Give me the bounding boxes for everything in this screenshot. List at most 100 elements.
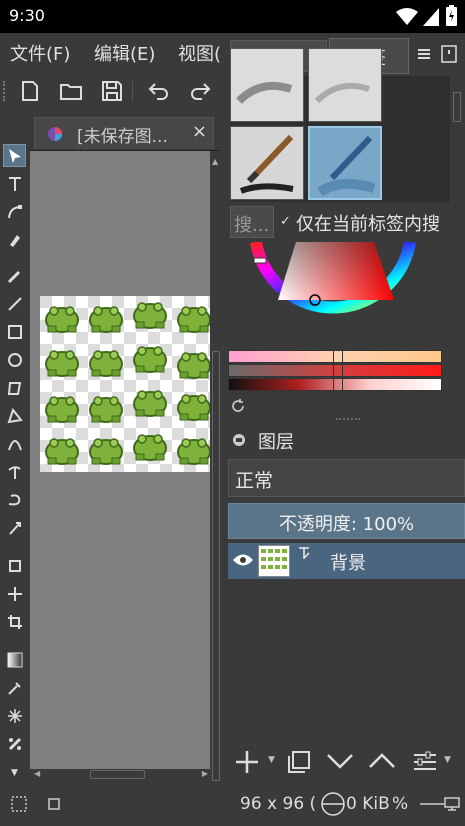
rectangle-tool-icon[interactable] [3,320,26,343]
value-slider-handle[interactable] [333,378,343,391]
rotation-dial-icon[interactable] [320,791,346,817]
layer-thumbnail [258,545,290,577]
move-tool-icon[interactable] [3,582,26,605]
layer-buttons: ▼ ▼ [228,741,465,781]
brush-preset-item[interactable] [230,126,304,200]
brush-preset-grid [230,48,462,202]
document-tab-title: [未保存图... [77,127,168,147]
menu-bar: 文件(F) 编辑(E) 视图( [0,33,230,69]
line-tool-icon[interactable] [3,292,26,315]
view-mode-menu-icon[interactable] [416,46,432,62]
blend-mode-select[interactable]: 正常 [228,459,465,497]
opacity-slider[interactable]: 不透明度: 100% [228,503,465,539]
assistant-tool-icon[interactable] [3,732,26,755]
move-layer-up-icon[interactable] [368,751,396,771]
bezier-tool-icon[interactable] [3,432,26,455]
edit-shapes-tool-icon[interactable] [3,200,26,223]
zoom-slider[interactable] [420,803,444,805]
gradient-tool-icon[interactable] [3,648,26,671]
reset-color-icon[interactable] [230,398,246,414]
document-tab[interactable]: [未保存图... × [34,117,214,149]
save-icon[interactable] [100,79,124,103]
checkmark-icon[interactable]: ✓ [280,214,292,229]
menu-view[interactable]: 视图( [178,40,221,66]
layers-panel-header: 图层 [228,426,465,454]
crop-move-tool-icon[interactable] [3,554,26,577]
toolbar-grip [3,81,6,101]
wifi-icon [396,8,418,25]
hue-slider-handle[interactable] [333,350,343,363]
undo-icon[interactable] [147,79,171,103]
layer-name: 背景 [330,553,366,574]
polyline-tool-icon[interactable] [3,404,26,427]
zoom-level-text: % [392,794,409,814]
horizontal-scroll-thumb[interactable] [90,770,145,779]
layer-list: 背景 [228,541,465,741]
close-tab-icon[interactable]: × [192,121,207,142]
saturation-slider-handle[interactable] [333,364,343,377]
monitor-icon[interactable] [444,797,460,811]
brush-preset-item[interactable] [308,48,382,122]
status-bar: 9:30 [0,0,465,33]
text-tool-icon[interactable] [3,172,26,195]
layers-panel-title: 图层 [258,432,294,453]
move-layer-down-icon[interactable] [326,751,354,771]
toolbox-scroll-down-icon[interactable]: ▼ [3,768,26,778]
duplicate-layer-icon[interactable] [286,749,312,775]
memory-usage-text: 0 KiB [346,794,390,814]
ellipse-tool-icon[interactable] [3,348,26,371]
search-in-tag-label: 仅在当前标签内搜 [296,214,440,235]
selection-mode-icon[interactable] [10,795,28,813]
selection-display-icon[interactable] [46,796,62,812]
document-tab-bar: [未保存图... × [30,113,220,151]
crop-tool-icon[interactable] [3,610,26,633]
toolbox: ▼ [0,140,29,780]
preset-scrollbar[interactable] [452,76,462,202]
freehand-brush-tool-icon[interactable] [3,264,26,287]
vertical-scroll-thumb[interactable] [212,351,220,781]
saturation-slider[interactable] [228,364,442,377]
krita-logo-icon [48,127,62,141]
hue-slider[interactable] [228,350,442,363]
visibility-eye-icon[interactable] [232,553,254,567]
add-layer-icon[interactable] [234,749,260,775]
battery-icon [446,5,457,26]
canvas-vertical-scrollbar[interactable]: ▲ [210,151,222,781]
brush-search-row: 搜... ✓ 仅在当前标签内搜 [230,206,465,240]
value-slider[interactable] [228,378,442,391]
menu-edit[interactable]: 编辑(E) [94,40,155,66]
polygon-tool-icon[interactable] [3,376,26,399]
panel-options-icon[interactable] [440,44,458,64]
canvas-horizontal-scrollbar[interactable]: ◀ ▶ [30,769,210,781]
brush-search-input[interactable]: 搜... [230,206,274,238]
color-picker-tool-icon[interactable] [3,676,26,699]
open-folder-icon[interactable] [59,79,83,103]
freehand-path-tool-icon[interactable] [3,460,26,483]
toolbar-separator [132,81,133,101]
redo-icon[interactable] [188,79,212,103]
menu-file[interactable]: 文件(F) [10,40,70,66]
multibrush-tool-icon[interactable] [3,516,26,539]
layer-properties-icon[interactable] [412,749,438,775]
smart-patch-tool-icon[interactable] [3,704,26,727]
dynamic-brush-tool-icon[interactable] [3,488,26,511]
inherit-alpha-icon[interactable] [298,547,310,559]
brush-preset-item[interactable] [230,48,304,122]
select-shapes-tool-icon[interactable] [3,144,26,167]
bottom-status-bar: 96 x 96 ( 0 KiB % [0,781,465,826]
add-layer-dropdown-icon[interactable]: ▼ [268,755,275,765]
canvas-image [40,296,210,472]
lock-icon[interactable] [232,431,246,447]
color-wheel-selector[interactable] [250,242,416,346]
image-size-text: 96 x 96 ( [240,794,317,814]
layer-row[interactable]: 背景 [228,543,465,579]
calligraphy-tool-icon[interactable] [3,228,26,251]
panel-splitter[interactable] [336,418,360,421]
layer-properties-dropdown-icon[interactable]: ▼ [444,755,451,765]
cellular-icon [423,8,439,26]
canvas-area[interactable] [30,151,210,769]
main-toolbar [0,69,230,113]
new-document-icon[interactable] [18,79,42,103]
brush-preset-item-selected[interactable] [308,126,382,200]
status-time: 9:30 [9,6,45,25]
